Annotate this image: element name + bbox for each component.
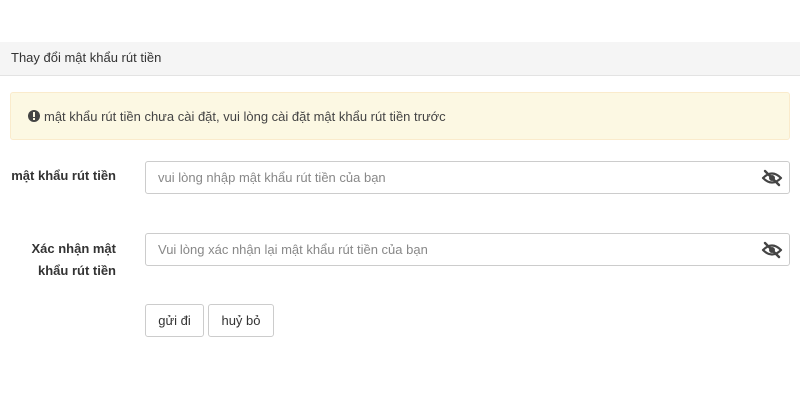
withdraw-password-field <box>145 161 790 194</box>
withdraw-password-label: mật khẩu rút tiền <box>11 168 116 183</box>
panel-header: Thay đổi mật khẩu rút tiền <box>0 42 800 76</box>
top-strip <box>0 0 800 42</box>
confirm-password-field <box>145 233 790 266</box>
confirm-password-input[interactable] <box>146 234 746 265</box>
submit-button[interactable]: gửi đi <box>145 304 204 337</box>
panel-title: Thay đổi mật khẩu rút tiền <box>11 50 162 65</box>
eye-slash-icon[interactable] <box>761 240 783 260</box>
withdraw-password-input[interactable] <box>146 162 746 193</box>
exclamation-circle-icon <box>28 110 40 122</box>
eye-slash-icon[interactable] <box>761 168 783 188</box>
cancel-button[interactable]: huỷ bỏ <box>208 304 274 337</box>
confirm-password-label: Xác nhận mật khẩu rút tiền <box>31 241 116 278</box>
warning-alert: mật khẩu rút tiền chưa cài đặt, vui lòng… <box>10 92 790 140</box>
alert-message: mật khẩu rút tiền chưa cài đặt, vui lòng… <box>44 109 446 124</box>
